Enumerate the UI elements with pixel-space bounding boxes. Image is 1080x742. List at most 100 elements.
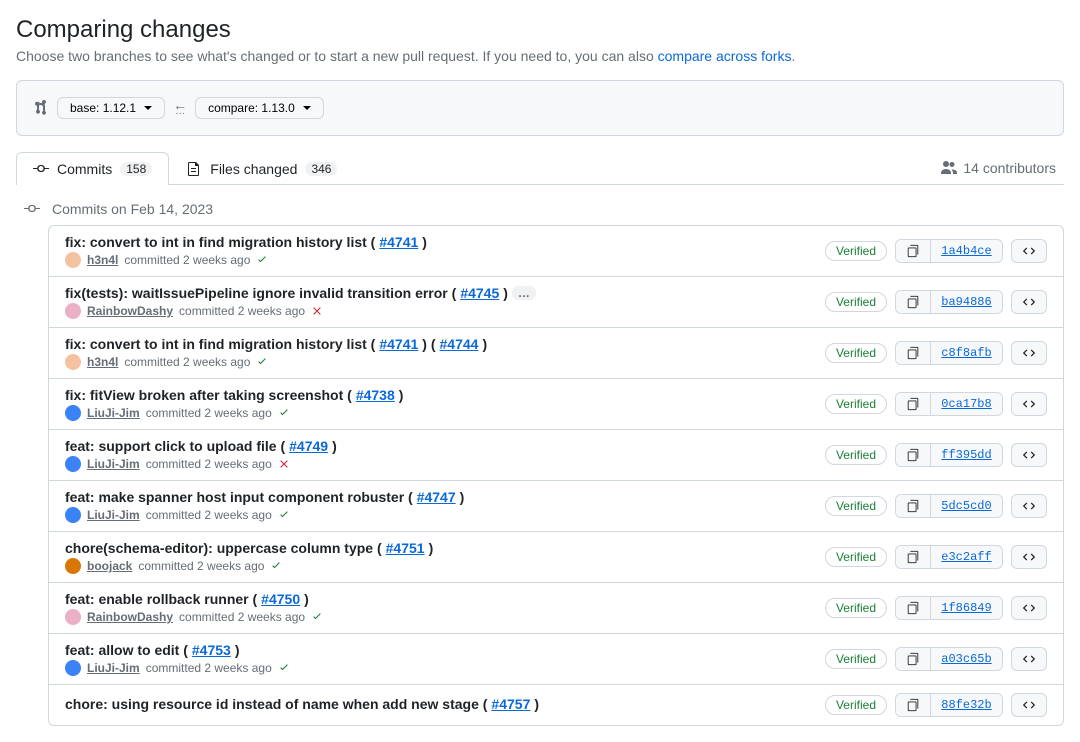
commit-sha-link[interactable]: 1f86849 [930, 597, 1002, 619]
range-editor: base: 1.12.1 ←… compare: 1.13.0 [16, 80, 1064, 136]
author-link[interactable]: RainbowDashy [87, 304, 173, 318]
copy-sha-button[interactable] [896, 694, 930, 716]
compare-forks-link[interactable]: compare across forks [658, 48, 792, 64]
commit-row: feat: make spanner host input component … [49, 481, 1063, 532]
verified-badge[interactable]: Verified [825, 241, 887, 261]
avatar[interactable] [65, 405, 81, 421]
browse-code-button[interactable] [1011, 341, 1047, 365]
verified-badge[interactable]: Verified [825, 547, 887, 567]
tab-commits[interactable]: Commits 158 [16, 152, 169, 185]
copy-sha-button[interactable] [896, 444, 930, 466]
copy-sha-button[interactable] [896, 546, 930, 568]
commit-title[interactable]: fix: fitView broken after taking screens… [65, 387, 825, 403]
avatar[interactable] [65, 609, 81, 625]
issue-link[interactable]: #4751 [386, 540, 425, 556]
commit-title[interactable]: feat: enable rollback runner (#4750) [65, 591, 825, 607]
commit-meta: RainbowDashycommitted 2 weeks ago [65, 609, 825, 625]
issue-link[interactable]: #4745 [460, 285, 499, 301]
copy-sha-button[interactable] [896, 648, 930, 670]
issue-link[interactable]: #4750 [261, 591, 300, 607]
commit-row: fix(tests): waitIssuePipeline ignore inv… [49, 277, 1063, 328]
copy-sha-button[interactable] [896, 597, 930, 619]
verified-badge[interactable]: Verified [825, 445, 887, 465]
commit-title[interactable]: chore: using resource id instead of name… [65, 696, 825, 712]
browse-code-button[interactable] [1011, 693, 1047, 717]
browse-code-button[interactable] [1011, 494, 1047, 518]
tab-files-count: 346 [305, 162, 337, 176]
browse-code-button[interactable] [1011, 290, 1047, 314]
avatar[interactable] [65, 456, 81, 472]
committed-time: committed 2 weeks ago [138, 559, 264, 573]
page-title: Comparing changes [16, 16, 1064, 44]
git-compare-icon [33, 100, 49, 116]
commit-title[interactable]: feat: allow to edit (#4753) [65, 642, 825, 658]
issue-link[interactable]: #4738 [356, 387, 395, 403]
contributors-summary[interactable]: 14 contributors [941, 160, 1064, 176]
browse-code-button[interactable] [1011, 239, 1047, 263]
commit-sha-link[interactable]: 0ca17b8 [930, 393, 1002, 415]
commit-sha-link[interactable]: 88fe32b [930, 694, 1002, 716]
author-link[interactable]: RainbowDashy [87, 610, 173, 624]
author-link[interactable]: LiuJi-Jim [87, 457, 140, 471]
author-link[interactable]: LiuJi-Jim [87, 508, 140, 522]
avatar[interactable] [65, 507, 81, 523]
verified-badge[interactable]: Verified [825, 292, 887, 312]
committed-time: committed 2 weeks ago [146, 406, 272, 420]
commit-title[interactable]: fix: convert to int in find migration hi… [65, 234, 825, 250]
avatar[interactable] [65, 303, 81, 319]
author-link[interactable]: LiuJi-Jim [87, 406, 140, 420]
verified-badge[interactable]: Verified [825, 394, 887, 414]
commit-title[interactable]: feat: make spanner host input component … [65, 489, 825, 505]
copy-sha-button[interactable] [896, 393, 930, 415]
author-link[interactable]: boojack [87, 559, 132, 573]
copy-sha-button[interactable] [896, 240, 930, 262]
commit-sha-link[interactable]: ff395dd [930, 444, 1002, 466]
commit-meta: LiuJi-Jimcommitted 2 weeks ago [65, 456, 825, 472]
issue-link[interactable]: #4741 [379, 234, 418, 250]
browse-code-button[interactable] [1011, 647, 1047, 671]
author-link[interactable]: LiuJi-Jim [87, 661, 140, 675]
commit-sha-link[interactable]: ba94886 [930, 291, 1002, 313]
browse-code-button[interactable] [1011, 392, 1047, 416]
commit-title[interactable]: chore(schema-editor): uppercase column t… [65, 540, 825, 556]
avatar[interactable] [65, 660, 81, 676]
browse-code-button[interactable] [1011, 596, 1047, 620]
browse-code-button[interactable] [1011, 545, 1047, 569]
commit-meta: h3n4lcommitted 2 weeks ago [65, 252, 825, 268]
copy-sha-button[interactable] [896, 495, 930, 517]
commit-title[interactable]: fix(tests): waitIssuePipeline ignore inv… [65, 285, 825, 301]
expand-message-button[interactable]: … [512, 286, 536, 300]
commit-sha-link[interactable]: 5dc5cd0 [930, 495, 1002, 517]
compare-branch-button[interactable]: compare: 1.13.0 [195, 97, 324, 119]
base-branch-button[interactable]: base: 1.12.1 [57, 97, 165, 119]
browse-code-button[interactable] [1011, 443, 1047, 467]
copy-sha-button[interactable] [896, 291, 930, 313]
commit-sha-link[interactable]: e3c2aff [930, 546, 1002, 568]
commit-sha-link[interactable]: c8f8afb [930, 342, 1002, 364]
tab-files-changed[interactable]: Files changed 346 [169, 152, 354, 185]
copy-sha-button[interactable] [896, 342, 930, 364]
commit-sha-link[interactable]: 1a4b4ce [930, 240, 1002, 262]
status-x-icon [311, 305, 323, 317]
verified-badge[interactable]: Verified [825, 649, 887, 669]
issue-link[interactable]: #4749 [289, 438, 328, 454]
status-check-icon [256, 254, 268, 266]
issue-link[interactable]: #4757 [491, 696, 530, 712]
verified-badge[interactable]: Verified [825, 695, 887, 715]
issue-link[interactable]: #4753 [192, 642, 231, 658]
commit-sha-link[interactable]: a03c65b [930, 648, 1002, 670]
verified-badge[interactable]: Verified [825, 598, 887, 618]
avatar[interactable] [65, 252, 81, 268]
avatar[interactable] [65, 558, 81, 574]
issue-link[interactable]: #4747 [417, 489, 456, 505]
avatar[interactable] [65, 354, 81, 370]
commit-title[interactable]: fix: convert to int in find migration hi… [65, 336, 825, 352]
commit-meta: boojack committed 2 weeks ago [65, 558, 825, 574]
verified-badge[interactable]: Verified [825, 343, 887, 363]
issue-link[interactable]: #4741 [379, 336, 418, 352]
author-link[interactable]: h3n4l [87, 355, 118, 369]
author-link[interactable]: h3n4l [87, 253, 118, 267]
commit-title[interactable]: feat: support click to upload file (#474… [65, 438, 825, 454]
verified-badge[interactable]: Verified [825, 496, 887, 516]
issue-link[interactable]: #4744 [440, 336, 479, 352]
